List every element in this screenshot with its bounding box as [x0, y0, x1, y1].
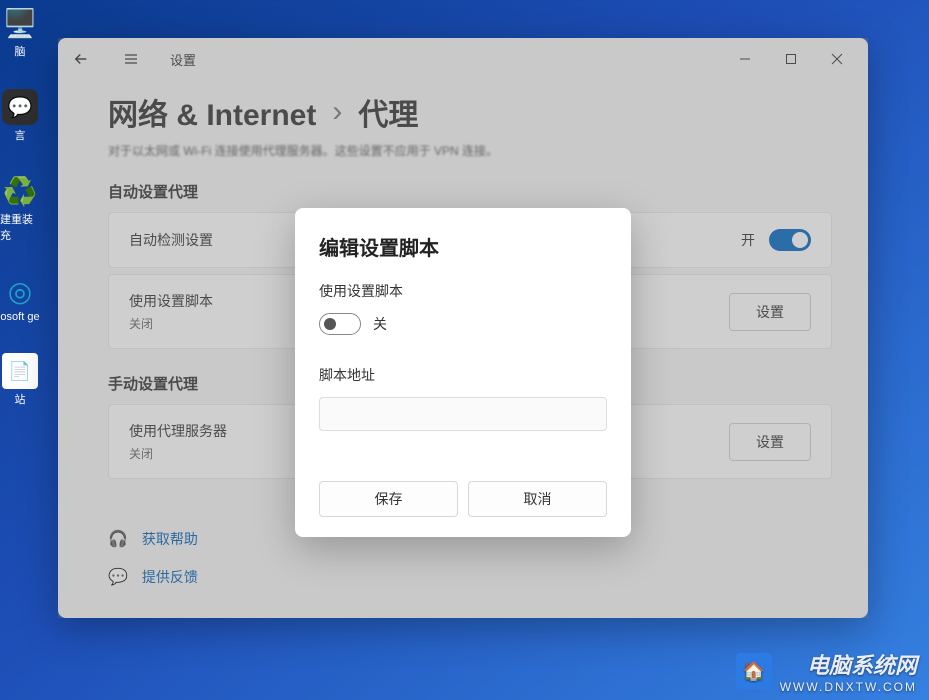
desktop-icon-label: 站 [15, 391, 26, 407]
wechat-icon: 💬 [2, 89, 38, 125]
save-button[interactable]: 保存 [319, 481, 458, 517]
watermark: 🏠 电脑系统网 WWW.DNXTW.COM [736, 648, 917, 694]
shortcut-icon: 📄 [2, 353, 38, 389]
edge-icon: ◎ [2, 273, 38, 309]
desktop-icon-column: 🖥️ 脑 💬 言 ♻️ 建重装充 ◎ osoft ge 📄 站 [0, 0, 50, 700]
dialog-title: 编辑设置脚本 [319, 232, 607, 261]
desktop-icon-edge[interactable]: ◎ osoft ge [0, 273, 40, 323]
recycle-icon: ♻️ [2, 173, 38, 209]
desktop-icon-pc[interactable]: 🖥️ 脑 [0, 5, 40, 59]
desktop-icon-label: 脑 [15, 43, 26, 59]
script-address-label: 脚本地址 [319, 365, 607, 385]
desktop-icon-label: osoft ge [0, 311, 39, 323]
toggle-state-label: 关 [373, 314, 387, 334]
watermark-logo-icon: 🏠 [736, 653, 772, 689]
script-address-input[interactable] [319, 397, 607, 431]
desktop-icon-label: 建重装充 [0, 211, 40, 243]
edit-setup-script-dialog: 编辑设置脚本 使用设置脚本 关 脚本地址 保存 取消 [295, 208, 631, 537]
desktop-icon-shortcut[interactable]: 📄 站 [0, 353, 40, 407]
settings-window: 设置 网络 & Internet › 代理 对于以太网或 Wi-Fi 连接使用代… [58, 38, 868, 618]
modal-overlay[interactable]: 编辑设置脚本 使用设置脚本 关 脚本地址 保存 取消 [58, 38, 868, 618]
desktop-icon-label: 言 [15, 127, 26, 143]
use-script-toggle[interactable] [319, 313, 361, 335]
desktop-icon-wechat[interactable]: 💬 言 [0, 89, 40, 143]
watermark-main: 电脑系统网 [780, 648, 917, 680]
desktop-icon-recycle[interactable]: ♻️ 建重装充 [0, 173, 40, 243]
watermark-sub: WWW.DNXTW.COM [780, 680, 917, 694]
pc-icon: 🖥️ [2, 5, 38, 41]
cancel-button[interactable]: 取消 [468, 481, 607, 517]
use-script-label: 使用设置脚本 [319, 281, 607, 301]
